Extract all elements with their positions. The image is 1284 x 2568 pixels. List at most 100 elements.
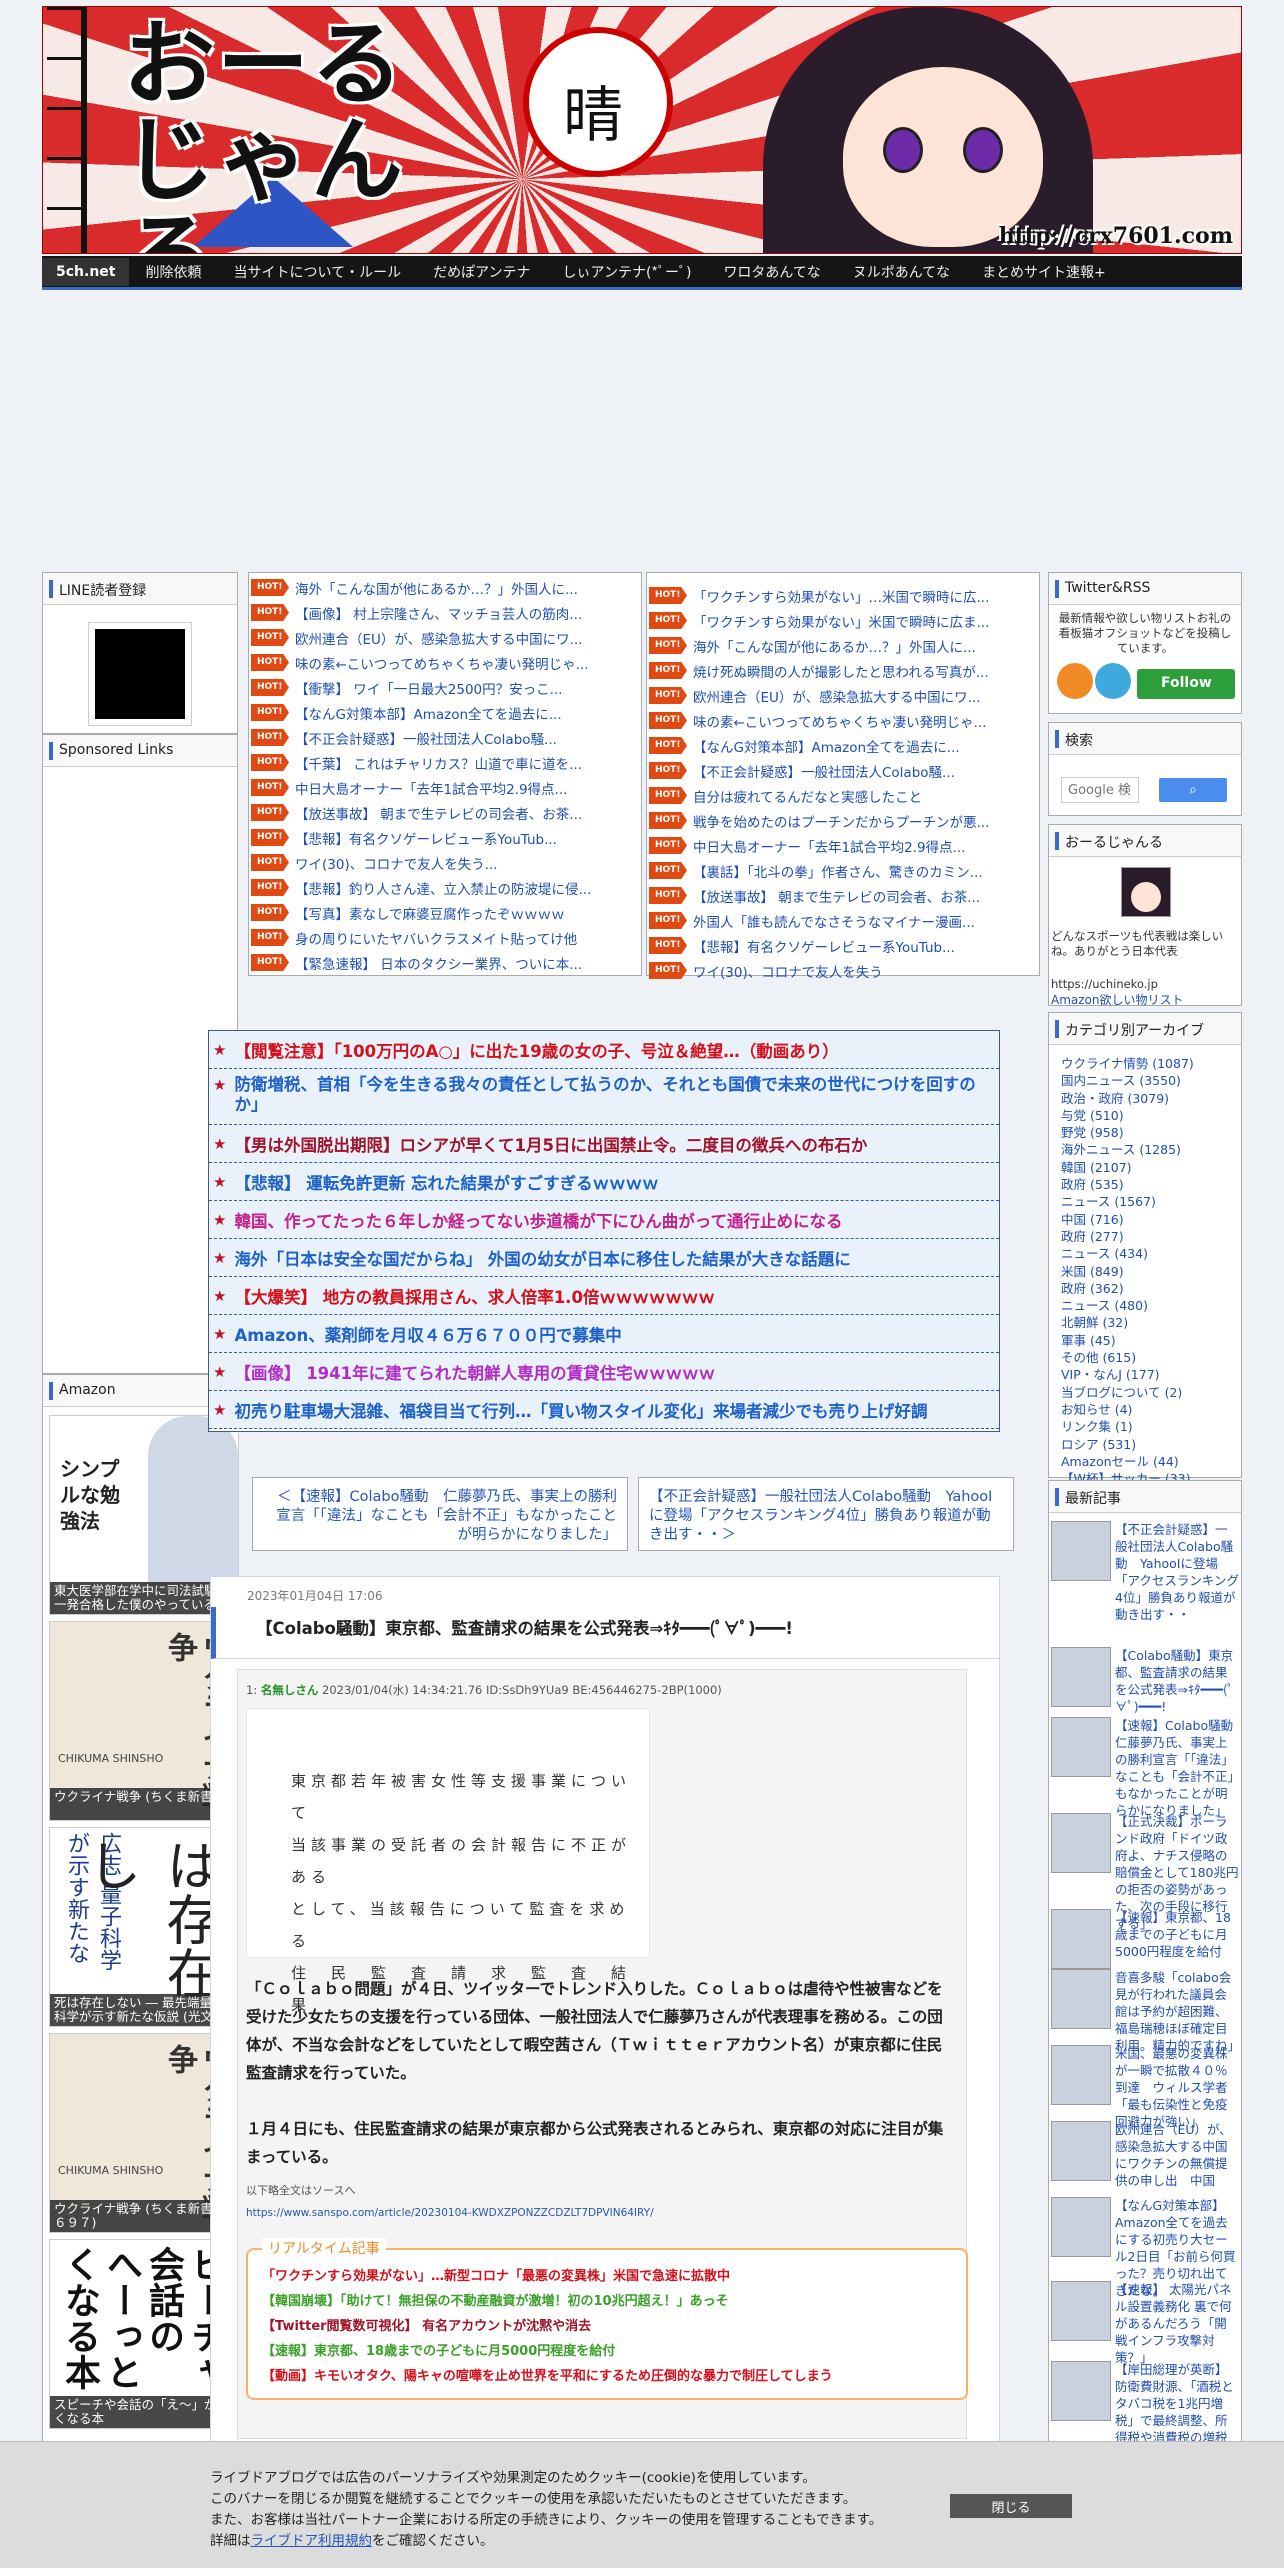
archive-item[interactable]: リンク集 (1) xyxy=(1049,1416,1241,1434)
featured-item[interactable]: ★ 海外「日本は安全な国だからね」 外国の幼女が日本に移住した結果が大きな話題に xyxy=(209,1239,999,1277)
archive-item[interactable]: 米国 (849) xyxy=(1049,1261,1241,1279)
headline-item[interactable]: HOT! 【画像】 村上宗隆さん、マッチョ芸人の筋肉... xyxy=(249,600,641,625)
archive-item[interactable]: ロシア (531) xyxy=(1049,1434,1241,1452)
archive-item[interactable]: 北朝鮮 (32) xyxy=(1049,1312,1241,1330)
headline-item[interactable]: HOT! 【衝撃】 ワイ「一日最大2500円？安っこ... xyxy=(249,675,641,700)
archive-item[interactable]: お知らせ (4) xyxy=(1049,1399,1241,1417)
realtime-item[interactable]: 【速報】東京都、18歳までの子どもに月5000円程度を給付 xyxy=(248,2337,966,2362)
headline-item[interactable]: HOT! 自分は疲れてるんだなと実感したこと xyxy=(647,783,1039,808)
nav-item-shii[interactable]: しぃアンテナ(*ﾟーﾟ) xyxy=(547,262,708,282)
headline-item[interactable]: HOT! 外国人「誰も読んでなさそうなマイナー漫画... xyxy=(647,908,1039,933)
headline-item[interactable]: HOT! 【不正会計疑惑】一般社団法人Colabo騒... xyxy=(249,725,641,750)
archive-item[interactable]: 与党 (510) xyxy=(1049,1105,1241,1123)
featured-item[interactable]: ★ 【悲報】 運転免許更新 忘れた結果がすごすぎるｗｗｗｗ xyxy=(209,1163,999,1201)
headline-item[interactable]: HOT! ワイ(30)、コロナで友人を失う... xyxy=(249,850,641,875)
headline-item[interactable]: HOT! 【千葉】 これはチャリカス？山道で車に道を... xyxy=(249,750,641,775)
headline-item[interactable]: HOT! 【悲報】有名クソゲーレビュー系YouTub... xyxy=(249,825,641,850)
headline-item[interactable]: HOT! 味の素←こいつってめちゃくちゃ凄い発明じゃ... xyxy=(249,650,641,675)
archive-item[interactable]: 野党 (958) xyxy=(1049,1122,1241,1140)
archive-item[interactable]: 中国 (716) xyxy=(1049,1209,1241,1227)
featured-item[interactable]: ★ 【大爆笑】 地方の教員採用さん、求人倍率1.0倍ｗｗｗｗｗｗｗ xyxy=(209,1277,999,1315)
headline-item[interactable]: HOT! 欧州連合（EU）が、感染急拡大する中国にワ... xyxy=(647,683,1039,708)
next-article-link[interactable]: 【不正会計疑惑】一般社団法人Colabo騒動 YahooIに登場「アクセスランキ… xyxy=(638,1477,1014,1551)
recent-item[interactable]: 【Colabo騒動】東京都、監査請求の結果を公式発表⇒ｷﾀ━━━(ﾟ∀ﾟ)━━━… xyxy=(1051,1647,1241,1717)
archive-item[interactable]: 政府 (277) xyxy=(1049,1226,1241,1244)
realtime-item[interactable]: 【Twitter閲覧数可視化】 有名アカウントが沈黙や消去 xyxy=(248,2312,966,2337)
featured-item[interactable]: ★ 【男は外国脱出期限】ロシアが早くて1月5日に出国禁止令。二度目の徴兵への布石か xyxy=(209,1125,999,1163)
featured-item[interactable]: ★ 韓国、作ってたった６年しか経ってない歩道橋が下にひん曲がって通行止めになる xyxy=(209,1201,999,1239)
cookie-close-button[interactable]: 閉じる xyxy=(950,2494,1072,2518)
archive-item[interactable]: ニュース (480) xyxy=(1049,1295,1241,1313)
headline-item[interactable]: HOT! 【緊急速報】 日本のタクシー業界、ついに本... xyxy=(249,950,641,975)
archive-item[interactable]: Amazonセール (44) xyxy=(1049,1451,1241,1469)
nav-item-5ch[interactable]: 5ch.net xyxy=(42,257,130,286)
nav-item-delete-request[interactable]: 削除依頼 xyxy=(129,262,217,282)
headline-item[interactable]: HOT! 【悲報】釣り人さん達、立入禁止の防波堤に侵... xyxy=(249,875,641,900)
featured-item[interactable]: ★ Amazon、薬剤師を月収４６万６７００円で募集中 xyxy=(209,1315,999,1353)
headline-item[interactable]: HOT! 焼け死ぬ瞬間の人が撮影したと思われる写真が... xyxy=(647,658,1039,683)
rss-icon[interactable] xyxy=(1057,663,1093,699)
archive-item[interactable]: 国内ニュース (3550) xyxy=(1049,1070,1241,1088)
archive-item[interactable]: 海外ニュース (1285) xyxy=(1049,1139,1241,1157)
featured-item[interactable]: ★ 【画像】 1941年に建てられた朝鮮人専用の賃貸住宅ｗｗｗｗｗ xyxy=(209,1353,999,1391)
recent-item[interactable]: 【速報】 太陽光パネル設置義務化 裏で何があるんだろう「開戦インフラ攻撃対策？」 xyxy=(1051,2281,1241,2365)
archive-item[interactable]: 政治・政府 (3079) xyxy=(1049,1088,1241,1106)
archive-item[interactable]: ウクライナ情勢 (1087) xyxy=(1049,1053,1241,1071)
line-qr-code[interactable] xyxy=(88,622,192,726)
headline-item[interactable]: HOT! 【不正会計疑惑】一般社団法人Colabo騒... xyxy=(647,758,1039,783)
recent-item[interactable]: 【正式決裁】ポーランド政府「ドイツ政府よ、ナチス侵略の賠償金として180兆円の拒… xyxy=(1051,1813,1241,1931)
featured-item[interactable]: ★ 防衛増税、首相「今を生きる我々の責任として払うのか、それとも国債で未来の世代に… xyxy=(209,1069,999,1125)
site-banner[interactable]: おーる じゃんる 晴 http://crx7601.com xyxy=(42,6,1242,254)
headline-item[interactable]: HOT! 海外「こんな国が他にあるか…？」外国人に... xyxy=(647,633,1039,658)
recent-item[interactable]: 【なんG対策本部】Amazon全てを過去にする初売り大セール2日目「お前ら何買っ… xyxy=(1051,2197,1241,2298)
recent-item[interactable]: 【不正会計疑惑】一般社団法人Colabo騒動 YahooIに登場「アクセスランキ… xyxy=(1051,1521,1241,1647)
terms-link[interactable]: ライブドア利用規約 xyxy=(251,2533,373,2549)
headline-item[interactable]: HOT! 【放送事故】 朝まで生テレビの司会者、お茶... xyxy=(647,883,1039,908)
archive-item[interactable]: 政府 (362) xyxy=(1049,1278,1241,1296)
realtime-item[interactable]: 「ワクチンすら効果がない」…新型コロナ「最悪の変異株」米国で急速に拡散中 xyxy=(248,2262,966,2287)
archive-item[interactable]: その他 (615) xyxy=(1049,1347,1241,1365)
headline-item[interactable]: HOT! 「ワクチンすら効果がない」米国で瞬時に広ま... xyxy=(647,608,1039,633)
recent-item[interactable]: 【速報】東京都、18歳までの子どもに月5000円程度を給付 xyxy=(1051,1909,1241,1969)
headline-item[interactable]: HOT! 中日大島オーナー「去年1試合平均2.9得点... xyxy=(647,833,1039,858)
document-image[interactable]: 東京都若年被害女性等支援事業について 当該事業の受託者の会計報告に不正がある と… xyxy=(246,1708,650,2014)
featured-item[interactable]: ★ 初売り駐車場大混雑、福袋目当て行列…「買い物スタイル変化」来場者減少でも売り上… xyxy=(209,1391,999,1429)
headline-item[interactable]: HOT! 【なんG対策本部】Amazon全てを過去に... xyxy=(249,700,641,725)
realtime-item[interactable]: 【動画】キモいオタク、陽キャの喧嘩を止め世界を平和にするため圧倒的な暴力で制圧し… xyxy=(248,2362,966,2387)
headline-item[interactable]: HOT! 【悲報】有名クソゲーレビュー系YouTub... xyxy=(647,933,1039,958)
headline-item[interactable]: HOT! 欧州連合（EU）が、感染急拡大する中国にワ... xyxy=(249,625,641,650)
source-link[interactable]: https://www.sanspo.com/article/20230104-… xyxy=(246,2207,654,2219)
recent-item[interactable]: 【岸田総理が英断】防衛費財源、「酒税とタバコ税を1兆円増税」で最終調整、所得税や… xyxy=(1051,2361,1241,2453)
archive-item[interactable]: 軍事 (45) xyxy=(1049,1330,1241,1348)
headline-item[interactable]: HOT! 【裏話】「北斗の拳」作者さん、驚きのカミン... xyxy=(647,858,1039,883)
featured-item[interactable]: ★ 【閲覧注意】「100万円のA○」に出た19歳の女の子、号泣＆絶望…（動画あり） xyxy=(209,1031,999,1069)
recent-item[interactable]: 米国、最悪の変異株が一瞬で拡散４０％到達 ウィルス学者「最も伝染性と免疫回避力が… xyxy=(1051,2045,1241,2129)
twitter-icon[interactable] xyxy=(1095,663,1131,699)
search-input[interactable] xyxy=(1061,777,1139,803)
archive-item[interactable]: ニュース (434) xyxy=(1049,1243,1241,1261)
archive-item[interactable]: 韓国 (2107) xyxy=(1049,1157,1241,1175)
headline-item[interactable]: HOT! 【写真】素なしで麻婆豆腐作ったぞｗｗｗｗ xyxy=(249,900,641,925)
nav-item-nurupo[interactable]: ヌルポあんてな xyxy=(837,262,966,282)
nav-item-damepo[interactable]: だめぽアンテナ xyxy=(417,262,546,282)
nav-item-matome[interactable]: まとめサイト速報+ xyxy=(966,262,1122,282)
site-logo[interactable]: おーる じゃんる xyxy=(123,17,413,254)
archive-item[interactable]: 政府 (535) xyxy=(1049,1174,1241,1192)
headline-item[interactable]: HOT! 中日大島オーナー「去年1試合平均2.9得点... xyxy=(249,775,641,800)
recent-item[interactable]: 音喜多駿「colabo会見が行われた議員会館は予約が超困難、福島瑞穂ほぼ確定目利… xyxy=(1051,1969,1241,2053)
nav-item-about-rules[interactable]: 当サイトについて・ルール xyxy=(217,262,417,282)
headline-item[interactable]: HOT! 味の素←こいつってめちゃくちゃ凄い発明じゃ... xyxy=(647,708,1039,733)
archive-item[interactable]: ニュース (1567) xyxy=(1049,1191,1241,1209)
archive-item[interactable]: 当ブログについて (2) xyxy=(1049,1382,1241,1400)
recent-item[interactable]: 欧州連合（EU）が、感染急拡大する中国にワクチンの無償提供の申し出 中国 xyxy=(1051,2121,1241,2197)
search-button[interactable]: ⌕ xyxy=(1159,778,1227,802)
headline-item[interactable]: HOT! 身の周りにいたヤバいクラスメイト貼ってけ他 xyxy=(249,925,641,950)
nav-item-warota[interactable]: ワロタあんてな xyxy=(707,262,836,282)
archive-item[interactable]: VIP・なんJ (177) xyxy=(1049,1364,1241,1382)
headline-item[interactable]: HOT! ワイ(30)、コロナで友人を失う xyxy=(647,958,1039,983)
follow-button[interactable]: Follow xyxy=(1137,669,1235,699)
recent-item[interactable]: 【速報】Colabo騒動 仁藤夢乃氏、事実上の勝利宣言「「違法」なことも「会計不… xyxy=(1051,1717,1241,1818)
headline-item[interactable]: HOT! 「ワクチンすら効果がない」…米国で瞬時に広... xyxy=(647,583,1039,608)
headline-item[interactable]: HOT! 【放送事故】 朝まで生テレビの司会者、お茶... xyxy=(249,800,641,825)
headline-item[interactable]: HOT! 海外「こんな国が他にあるか…？」外国人に... xyxy=(249,575,641,600)
